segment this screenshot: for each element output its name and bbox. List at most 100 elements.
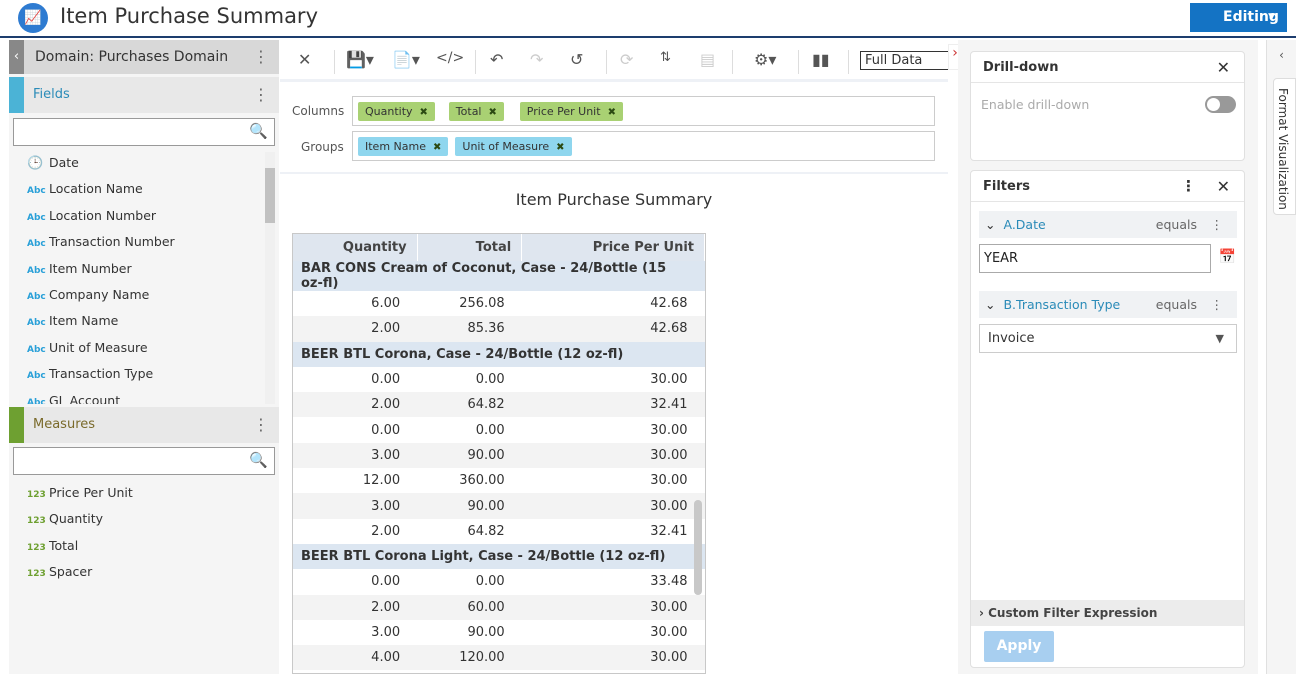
123-icon: 123 (27, 516, 46, 527)
measure-item[interactable]: 123 Price Per Unit (27, 483, 133, 503)
table-row: 3.00 90.00 30.00 (293, 493, 705, 519)
filter-transaction-type-row[interactable]: ⌄ B.Transaction Type equals ⋮ (979, 291, 1237, 318)
fields-header: Fields ⋮ (9, 77, 279, 113)
field-label: Item Number (49, 260, 132, 276)
abc-icon: Abc (27, 186, 46, 197)
close-icon[interactable]: ✕ (298, 50, 311, 69)
field-item[interactable]: Abc Company Name (27, 285, 149, 305)
caret-down-icon: ▼ (1215, 332, 1224, 345)
column-header[interactable]: Total (417, 234, 523, 261)
chart-type-icon[interactable]: ▮▮ (812, 50, 830, 69)
filters-menu-icon[interactable]: ⋮ (1181, 171, 1196, 202)
undo-icon[interactable]: ↶ (490, 50, 503, 69)
drilldown-title: Drill-down (983, 60, 1059, 75)
settings-icon[interactable]: ⚙▾ (754, 50, 776, 69)
report-title: Item Purchase Summary (515, 190, 713, 209)
measures-menu-icon[interactable]: ⋮ (253, 407, 269, 443)
table-row: 2.00 64.82 32.41 (293, 392, 705, 418)
fields-scrollbar[interactable] (265, 152, 275, 404)
operator-select[interactable]: equals (1156, 291, 1197, 318)
abc-icon: Abc (27, 371, 46, 382)
field-item[interactable]: 🕒 Date (27, 153, 79, 173)
field-item[interactable]: Abc Unit of Measure (27, 338, 148, 358)
editing-mode-button[interactable]: Editing ▼ (1190, 3, 1287, 32)
columns-dropzone[interactable]: Quantity ✖ Total ✖ Price Per Unit ✖ (352, 96, 935, 126)
close-icon[interactable]: ✕ (1217, 52, 1230, 83)
field-item[interactable]: Abc GL Account (27, 391, 120, 404)
table-row: 3.00 90.00 30.00 (293, 442, 705, 469)
measures-color-bar (9, 407, 24, 443)
app-logo-icon: 📈 (18, 3, 48, 33)
revert-icon[interactable]: ↺ (570, 50, 583, 69)
field-label: Company Name (49, 287, 150, 302)
remove-icon[interactable]: ✖ (556, 142, 564, 153)
apply-button[interactable]: Apply (984, 631, 1054, 662)
field-label: Location Name (49, 181, 143, 197)
fields-menu-icon[interactable]: ⋮ (253, 77, 269, 113)
abc-icon: Abc (27, 292, 46, 302)
field-item[interactable]: Abc Item Number (27, 259, 132, 279)
groups-dropzone[interactable]: Item Name ✖ Unit of Measure ✖ (352, 131, 935, 161)
data-mode-select[interactable]: Full Data (860, 51, 950, 70)
calendar-icon[interactable]: 📅 (1219, 249, 1236, 265)
groups-chip[interactable]: Unit of Measure ✖ (455, 137, 572, 156)
columns-chip[interactable]: Quantity ✖ (358, 102, 435, 121)
drilldown-toggle[interactable] (1205, 96, 1236, 113)
123-icon: 123 (27, 569, 46, 580)
field-item[interactable]: Abc Location Number (27, 206, 156, 226)
chevron-down-icon: ⌄ (985, 217, 996, 232)
table-row: 2.00 60.00 30.00 (293, 594, 705, 620)
remove-icon[interactable]: ✖ (420, 107, 428, 118)
page-title: Item Purchase Summary (60, 4, 318, 28)
custom-filter-expression[interactable]: › Custom Filter Expression (971, 600, 1244, 626)
domain-menu-icon[interactable]: ⋮ (253, 40, 269, 74)
code-icon[interactable]: </> (436, 50, 464, 66)
redo-icon[interactable]: ↷ (530, 50, 543, 69)
operator-select[interactable]: equals (1156, 211, 1197, 238)
filter-menu-icon[interactable]: ⋮ (1211, 211, 1224, 238)
table-row: 0.00 0.00 30.00 (371, 422, 688, 438)
column-header[interactable]: Quantity (293, 234, 418, 261)
close-icon[interactable]: ✕ (1217, 171, 1230, 202)
refresh-icon[interactable]: ⟳ (620, 50, 633, 69)
measure-item[interactable]: 123 Total (27, 536, 78, 556)
abc-icon: Abc (27, 265, 46, 276)
filter-date-row[interactable]: ⌄ A.Date equals ⋮ (979, 211, 1237, 238)
transaction-type-select[interactable]: Invoice ▼ (979, 324, 1237, 353)
fields-search-input[interactable]: 🔍 (13, 118, 275, 146)
drilldown-card: Drill-down ✕ Enable drill-down (970, 51, 1245, 161)
column-header[interactable]: Price Per Unit (521, 234, 705, 261)
save-icon[interactable]: 💾▾ (346, 50, 374, 69)
group-row: BEER BTL Corona Light, Case - 24/Bottle … (293, 543, 705, 570)
collapse-icon[interactable]: ‹ (1267, 48, 1296, 62)
remove-icon[interactable]: ✖ (608, 107, 616, 118)
field-item[interactable]: Abc Location Name (27, 179, 143, 199)
date-filter-input[interactable]: YEAR (979, 244, 1211, 273)
remove-icon[interactable]: ✖ (433, 142, 441, 153)
remove-icon[interactable]: ✖ (489, 107, 497, 118)
layout-icon[interactable]: ▤ (700, 50, 715, 69)
groups-chip[interactable]: Item Name ✖ (358, 137, 449, 156)
abc-icon: Abc (27, 212, 46, 223)
measure-item[interactable]: 123 Spacer (27, 562, 92, 582)
field-item[interactable]: Abc Transaction Type (27, 364, 153, 384)
field-item[interactable]: Abc Transaction Number (27, 232, 175, 252)
measures-search-input[interactable]: 🔍 (13, 447, 275, 475)
drilldown-label: Enable drill-down (981, 97, 1090, 112)
search-icon: 🔍 (249, 122, 268, 140)
columns-chip[interactable]: Price Per Unit ✖ (519, 102, 623, 121)
field-label: Location Number (49, 207, 157, 223)
collapse-left-icon[interactable]: ‹ (9, 40, 24, 74)
columns-chip[interactable]: Total ✖ (448, 102, 504, 121)
filter-menu-icon[interactable]: ⋮ (1211, 291, 1224, 318)
table-scrollbar[interactable] (694, 500, 702, 595)
export-icon[interactable]: 📄▾ (392, 50, 420, 69)
field-item[interactable]: Abc Item Name (27, 311, 118, 331)
measure-item[interactable]: 123 Quantity (27, 509, 103, 529)
123-icon: 123 (27, 542, 46, 553)
right-panel: Drill-down ✕ Enable drill-down Filters ⋮ ✕ … (958, 40, 1258, 674)
sort-icon[interactable]: ⇅ (660, 50, 671, 65)
field-label: GL Account (49, 392, 121, 404)
chevron-down-icon: ⌄ (985, 297, 996, 312)
filters-card: Filters ⋮ ✕ ⌄ A.Date equals ⋮ YEAR 📅 ⌄ B.Trans… (970, 170, 1245, 668)
